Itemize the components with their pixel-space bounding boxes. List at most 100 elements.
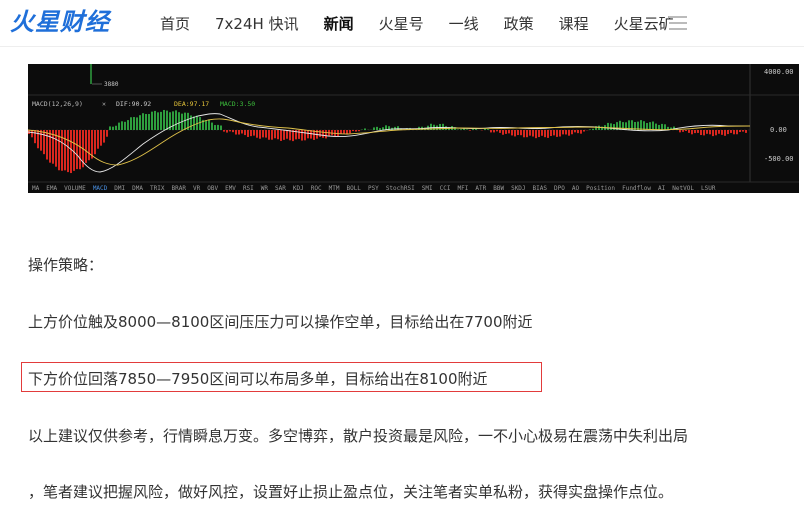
macd-legend-close-icon[interactable]: ✕ [102,100,106,108]
histogram-bar [115,125,117,130]
histogram-bar [577,130,579,134]
nav-item-flash[interactable]: 7x24H 快讯 [215,13,299,34]
indicator-tab-bias[interactable]: BIAS [533,185,548,192]
site-logo[interactable]: 火星财经 [10,7,110,37]
histogram-bar [556,130,558,137]
hamburger-menu-icon[interactable] [669,16,687,30]
indicator-tab-rsi[interactable]: RSI [243,185,254,192]
histogram-bar [91,130,93,159]
indicator-tab-mtm[interactable]: MTM [329,185,340,192]
histogram-bar [34,130,36,144]
histogram-bar [532,130,534,137]
indicator-tab-dpo[interactable]: DPO [554,185,565,192]
histogram-bar [208,120,210,130]
indicator-tab-macd[interactable]: MACD [93,185,108,192]
histogram-bar [61,130,63,171]
histogram-bar [502,130,504,135]
histogram-bar [562,130,564,135]
histogram-bar [64,130,66,171]
histogram-bar [289,130,291,141]
indicator-tab-psy[interactable]: PSY [368,185,379,192]
histogram-bar [469,130,471,131]
histogram-bar [106,130,108,137]
indicator-tab-ema[interactable]: EMA [46,185,57,192]
indicator-tab-emv[interactable]: EMV [225,185,236,192]
histogram-bar [103,130,105,143]
macd-legend-dif: DIF:90.92 [116,100,151,108]
indicator-tab-dmi[interactable]: DMI [114,185,125,192]
indicator-tab-cci[interactable]: CCI [440,185,451,192]
indicator-tab-wr[interactable]: WR [261,185,269,192]
histogram-bar [535,130,537,139]
indicator-tab-ma[interactable]: MA [32,185,40,192]
nav-item-frontline[interactable]: 一线 [449,13,479,34]
histogram-bar [304,130,306,141]
indicator-tab-roc[interactable]: ROC [311,185,322,192]
indicator-tab-trix[interactable]: TRIX [150,185,165,192]
histogram-bar [640,120,642,130]
indicator-tab-lsur[interactable]: LSUR [701,185,716,192]
histogram-bar [703,130,705,136]
histogram-bar [235,130,237,135]
histogram-bar [118,122,120,130]
macd-legend-name: MACD(12,26,9) [32,100,83,108]
nav-item-news[interactable]: 新闻 [324,13,354,34]
nav-item-policy[interactable]: 政策 [504,13,534,34]
histogram-bar [538,130,540,138]
histogram-bar [160,111,162,130]
indicator-tab-volume[interactable]: VOLUME [64,185,86,192]
indicator-tab-kdj[interactable]: KDJ [293,185,304,192]
histogram-bar [76,130,78,170]
indicator-tab-position[interactable]: Position [586,185,615,192]
nav-item-home[interactable]: 首页 [160,13,190,34]
indicator-tab-boll[interactable]: BOLL [346,185,361,192]
nav-item-mars-account[interactable]: 火星号 [379,13,424,34]
indicator-tab-atr[interactable]: ATR [475,185,486,192]
histogram-bar [154,110,156,130]
histogram-bar [148,113,150,130]
histogram-bar [37,130,39,149]
nav-item-courses[interactable]: 课程 [559,13,589,34]
histogram-bar [460,129,462,130]
histogram-bar [487,129,489,130]
indicator-tab-vr[interactable]: VR [193,185,201,192]
histogram-bar [73,130,75,171]
histogram-bar [721,130,723,135]
indicator-tab-skdj[interactable]: SKDJ [511,185,525,192]
indicator-tab-brar[interactable]: BRAR [172,185,187,192]
histogram-bar [727,130,729,135]
nav-item-cloud-mining[interactable]: 火星云矿 [614,13,674,34]
histogram-bar [589,129,591,130]
indicator-tab-netvol[interactable]: NetVOL [672,185,694,192]
histogram-bar [643,121,645,130]
histogram-bar [682,130,684,132]
histogram-bar [649,122,651,130]
histogram-bar [730,130,732,133]
indicator-tab-stochrsi[interactable]: StochRSI [386,185,415,192]
histogram-bar [724,130,726,136]
indicator-tab-dma[interactable]: DMA [132,185,143,192]
histogram-bar [247,130,249,137]
indicator-tab-bbw[interactable]: BBW [493,185,504,192]
histogram-bar [499,130,501,133]
histogram-bar [262,130,264,138]
histogram-bar [712,130,714,137]
strategy-heading: 操作策略： [28,256,104,274]
histogram-bar [109,126,111,130]
indicator-tab-ao[interactable]: AO [572,185,580,192]
indicator-tab-sar[interactable]: SAR [275,185,286,192]
histogram-bar [70,130,72,174]
histogram-bar [145,113,147,130]
histogram-bar [238,130,240,135]
histogram-bar [100,130,102,146]
histogram-bar [553,130,555,136]
histogram-bar [151,111,153,130]
histogram-bar [250,130,252,137]
indicator-tab-obv[interactable]: OBV [207,185,218,192]
indicator-tab-ai[interactable]: AI [658,185,666,192]
indicator-tab-smi[interactable]: SMI [422,185,433,192]
histogram-bar [613,124,615,130]
indicator-tab-fundflow[interactable]: Fundflow [622,185,651,192]
histogram-bar [349,130,351,134]
indicator-tab-mfi[interactable]: MFI [458,185,469,192]
